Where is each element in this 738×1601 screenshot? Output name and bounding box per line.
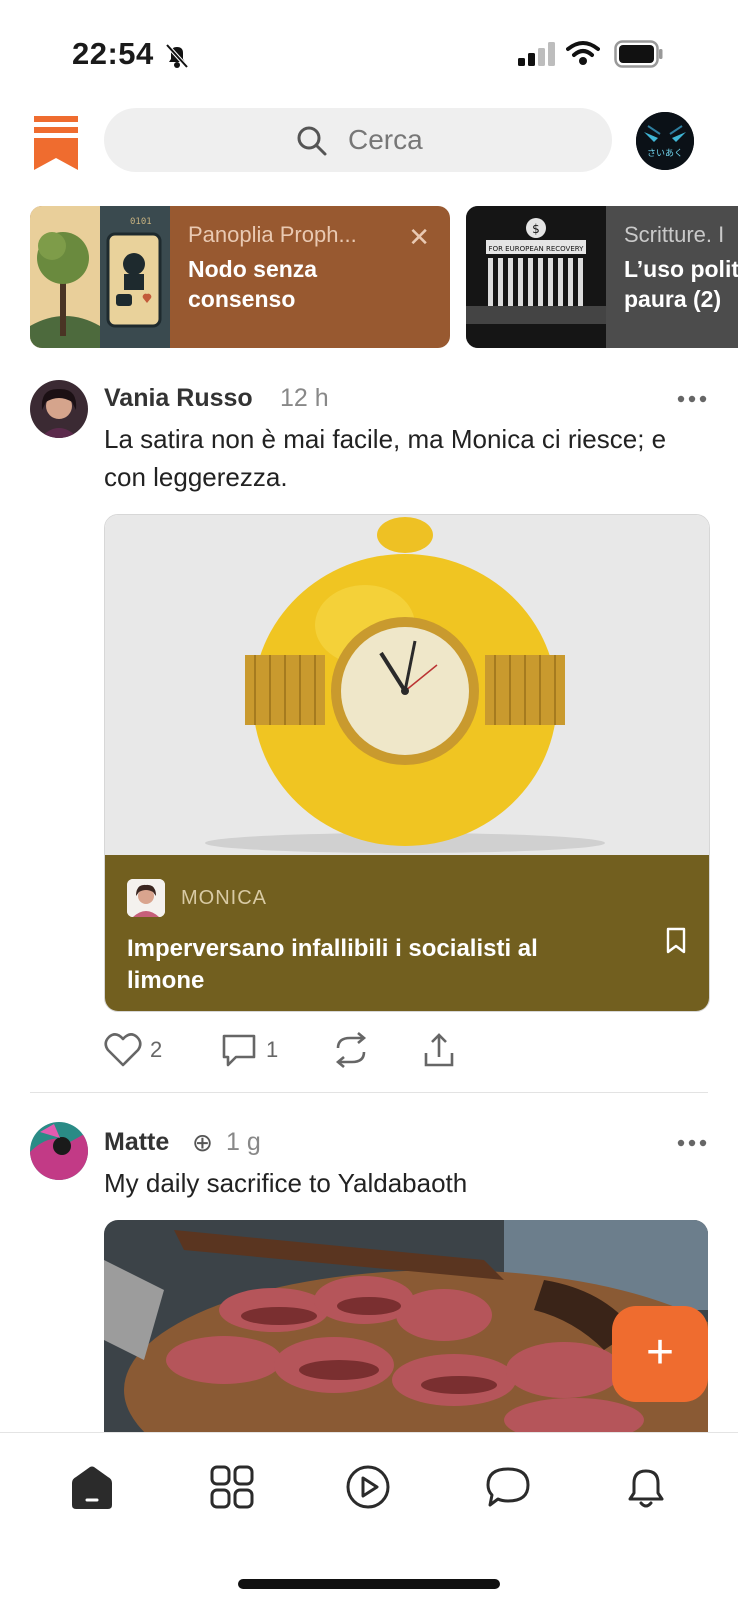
- restack-button[interactable]: [332, 1030, 370, 1070]
- bell-icon[interactable]: [622, 1463, 670, 1511]
- more-options-icon[interactable]: [676, 1138, 708, 1148]
- article-footer[interactable]: MONICA Imperversano infallibili i social…: [105, 855, 709, 1011]
- story-title: Nodo senza consenso: [188, 256, 318, 312]
- more-options-icon[interactable]: [676, 394, 708, 404]
- bell-slash-icon: [165, 43, 189, 69]
- post-time: 12 h: [280, 384, 329, 412]
- story-card[interactable]: $ FOR EUROPEAN RECOVERY Scritture. I L’u…: [466, 206, 738, 348]
- search-placeholder: Cerca: [348, 124, 423, 155]
- story-publication: Scritture. I: [624, 222, 725, 247]
- svg-text:$: $: [532, 222, 540, 236]
- battery-icon: [614, 40, 663, 68]
- story-thumbnail: $ FOR EUROPEAN RECOVERY: [466, 206, 606, 348]
- story-title: L’uso polit paura (2): [624, 256, 738, 312]
- comment-count: 1: [266, 1037, 279, 1062]
- like-button[interactable]: 2: [104, 1030, 162, 1070]
- publication-avatar: [127, 879, 165, 917]
- story-card[interactable]: 0101 Panoplia Proph... Nodo senza consen…: [30, 206, 450, 348]
- svg-text:0101: 0101: [130, 217, 152, 227]
- article-title: Imperversano infallibili i socialisti al…: [127, 935, 538, 994]
- home-indicator[interactable]: [238, 1579, 500, 1589]
- signal-icon: [518, 42, 555, 66]
- author-avatar[interactable]: [30, 380, 88, 438]
- share-icon: [424, 1033, 454, 1067]
- embedded-article[interactable]: MONICA Imperversano infallibili i social…: [104, 514, 710, 1012]
- thumb-caption: FOR EUROPEAN RECOVERY: [489, 245, 585, 253]
- status-time: 22:54: [72, 36, 154, 71]
- play-icon[interactable]: [344, 1463, 392, 1511]
- restack-icon: [335, 1032, 367, 1068]
- post-time: 1 g: [226, 1128, 261, 1156]
- article-image: [105, 515, 709, 855]
- bookmark-icon[interactable]: [665, 927, 687, 955]
- search-bar[interactable]: Cerca: [104, 108, 612, 172]
- bottom-navigation: [0, 1432, 738, 1601]
- post-author[interactable]: Matte: [104, 1128, 169, 1157]
- post-text: My daily sacrifice to Yaldabaoth: [104, 1168, 468, 1198]
- wifi-icon: [566, 41, 600, 65]
- compose-button[interactable]: +: [612, 1306, 708, 1402]
- globe-icon: ⊕: [192, 1129, 213, 1157]
- profile-avatar[interactable]: さいあく: [636, 112, 694, 170]
- home-icon[interactable]: [68, 1463, 116, 1511]
- svg-text:さいあく: さいあく: [647, 148, 683, 159]
- comment-button[interactable]: 1: [220, 1030, 278, 1070]
- story-publication: Panoplia Proph...: [188, 222, 357, 247]
- heart-icon: [104, 1033, 142, 1067]
- post-text: La satira non è mai facile, ma Monica ci…: [104, 424, 667, 492]
- story-thumbnail: 0101: [30, 206, 170, 348]
- author-avatar[interactable]: [30, 1122, 88, 1180]
- post-divider: [30, 1092, 708, 1093]
- bookmark-logo-icon[interactable]: [34, 116, 78, 170]
- search-icon: [297, 126, 327, 156]
- close-icon[interactable]: ✕: [408, 222, 430, 253]
- chat-icon[interactable]: [484, 1463, 532, 1511]
- grid-icon[interactable]: [208, 1463, 256, 1511]
- publication-name: MONICA: [181, 887, 267, 909]
- share-button[interactable]: [420, 1030, 458, 1070]
- like-count: 2: [150, 1037, 163, 1062]
- post-author[interactable]: Vania Russo: [104, 384, 253, 413]
- comment-icon: [222, 1034, 256, 1067]
